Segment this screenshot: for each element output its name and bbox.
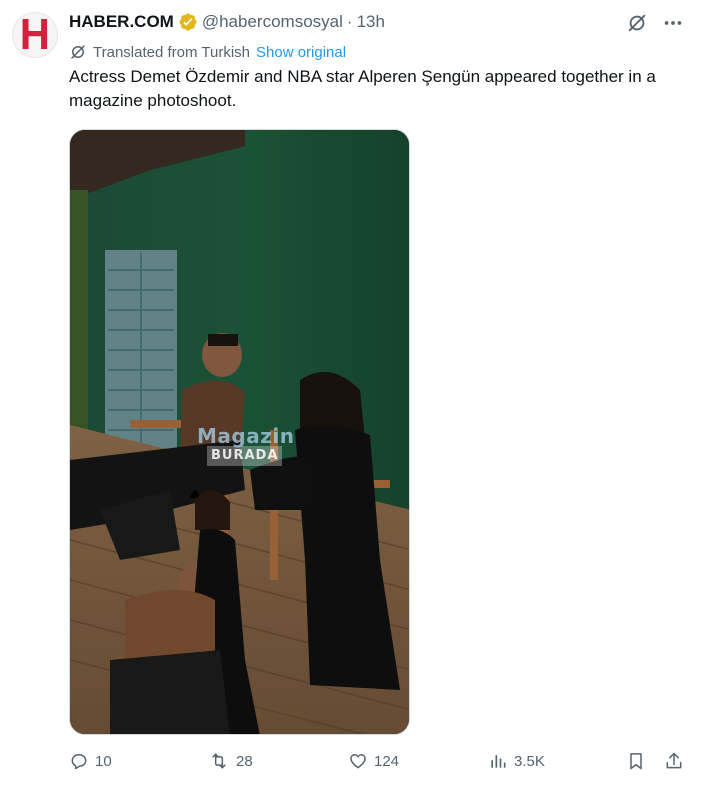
avatar-logo: H: [19, 12, 51, 58]
tweet-text: Actress Demet Özdemir and NBA star Alper…: [69, 67, 656, 110]
avatar[interactable]: H: [12, 12, 58, 58]
heart-icon: [348, 751, 368, 771]
top-right-actions: [626, 12, 684, 34]
share-button[interactable]: [664, 747, 690, 775]
repost-button[interactable]: 28: [208, 747, 253, 775]
tweet-header: HABER.COM @habercomsosyal · 13h: [69, 10, 385, 34]
author-handle[interactable]: @habercomsosyal: [202, 12, 343, 32]
reply-icon: [69, 751, 89, 771]
share-icon: [664, 751, 684, 771]
show-original-link[interactable]: Show original: [256, 44, 346, 61]
tweet[interactable]: H HABER.COM @habercomsosyal · 13h Transl…: [0, 0, 702, 785]
grok-icon[interactable]: [626, 12, 648, 34]
repost-count: 28: [236, 752, 253, 770]
tweet-photo[interactable]: Magazin BURADA: [69, 129, 410, 735]
tweet-actions: 10 28 124 3.5K: [60, 747, 692, 775]
bookmark-icon: [626, 751, 646, 771]
analytics-icon: [488, 751, 508, 771]
reply-button[interactable]: 10: [69, 747, 112, 775]
translation-notice: Translated from Turkish Show original: [69, 41, 346, 63]
watermark-top: Magazin: [197, 424, 295, 448]
bookmark-button[interactable]: [626, 747, 652, 775]
like-button[interactable]: 124: [348, 747, 399, 775]
like-count: 124: [374, 752, 400, 770]
view-count: 3.5K: [514, 752, 545, 770]
author-name[interactable]: HABER.COM: [69, 12, 174, 32]
repost-icon: [208, 751, 230, 771]
separator-dot: ·: [346, 12, 353, 31]
watermark-bottom: BURADA: [207, 446, 283, 466]
translated-label: Translated from Turkish: [93, 43, 250, 61]
photo-watermark: Magazin BURADA: [197, 426, 294, 466]
verified-badge-icon: [178, 12, 198, 32]
grok-translate-icon: [69, 43, 87, 61]
views-button[interactable]: 3.5K: [488, 747, 545, 775]
more-options-icon[interactable]: [662, 12, 684, 34]
reply-count: 10: [95, 752, 112, 770]
timestamp[interactable]: 13h: [357, 12, 385, 32]
